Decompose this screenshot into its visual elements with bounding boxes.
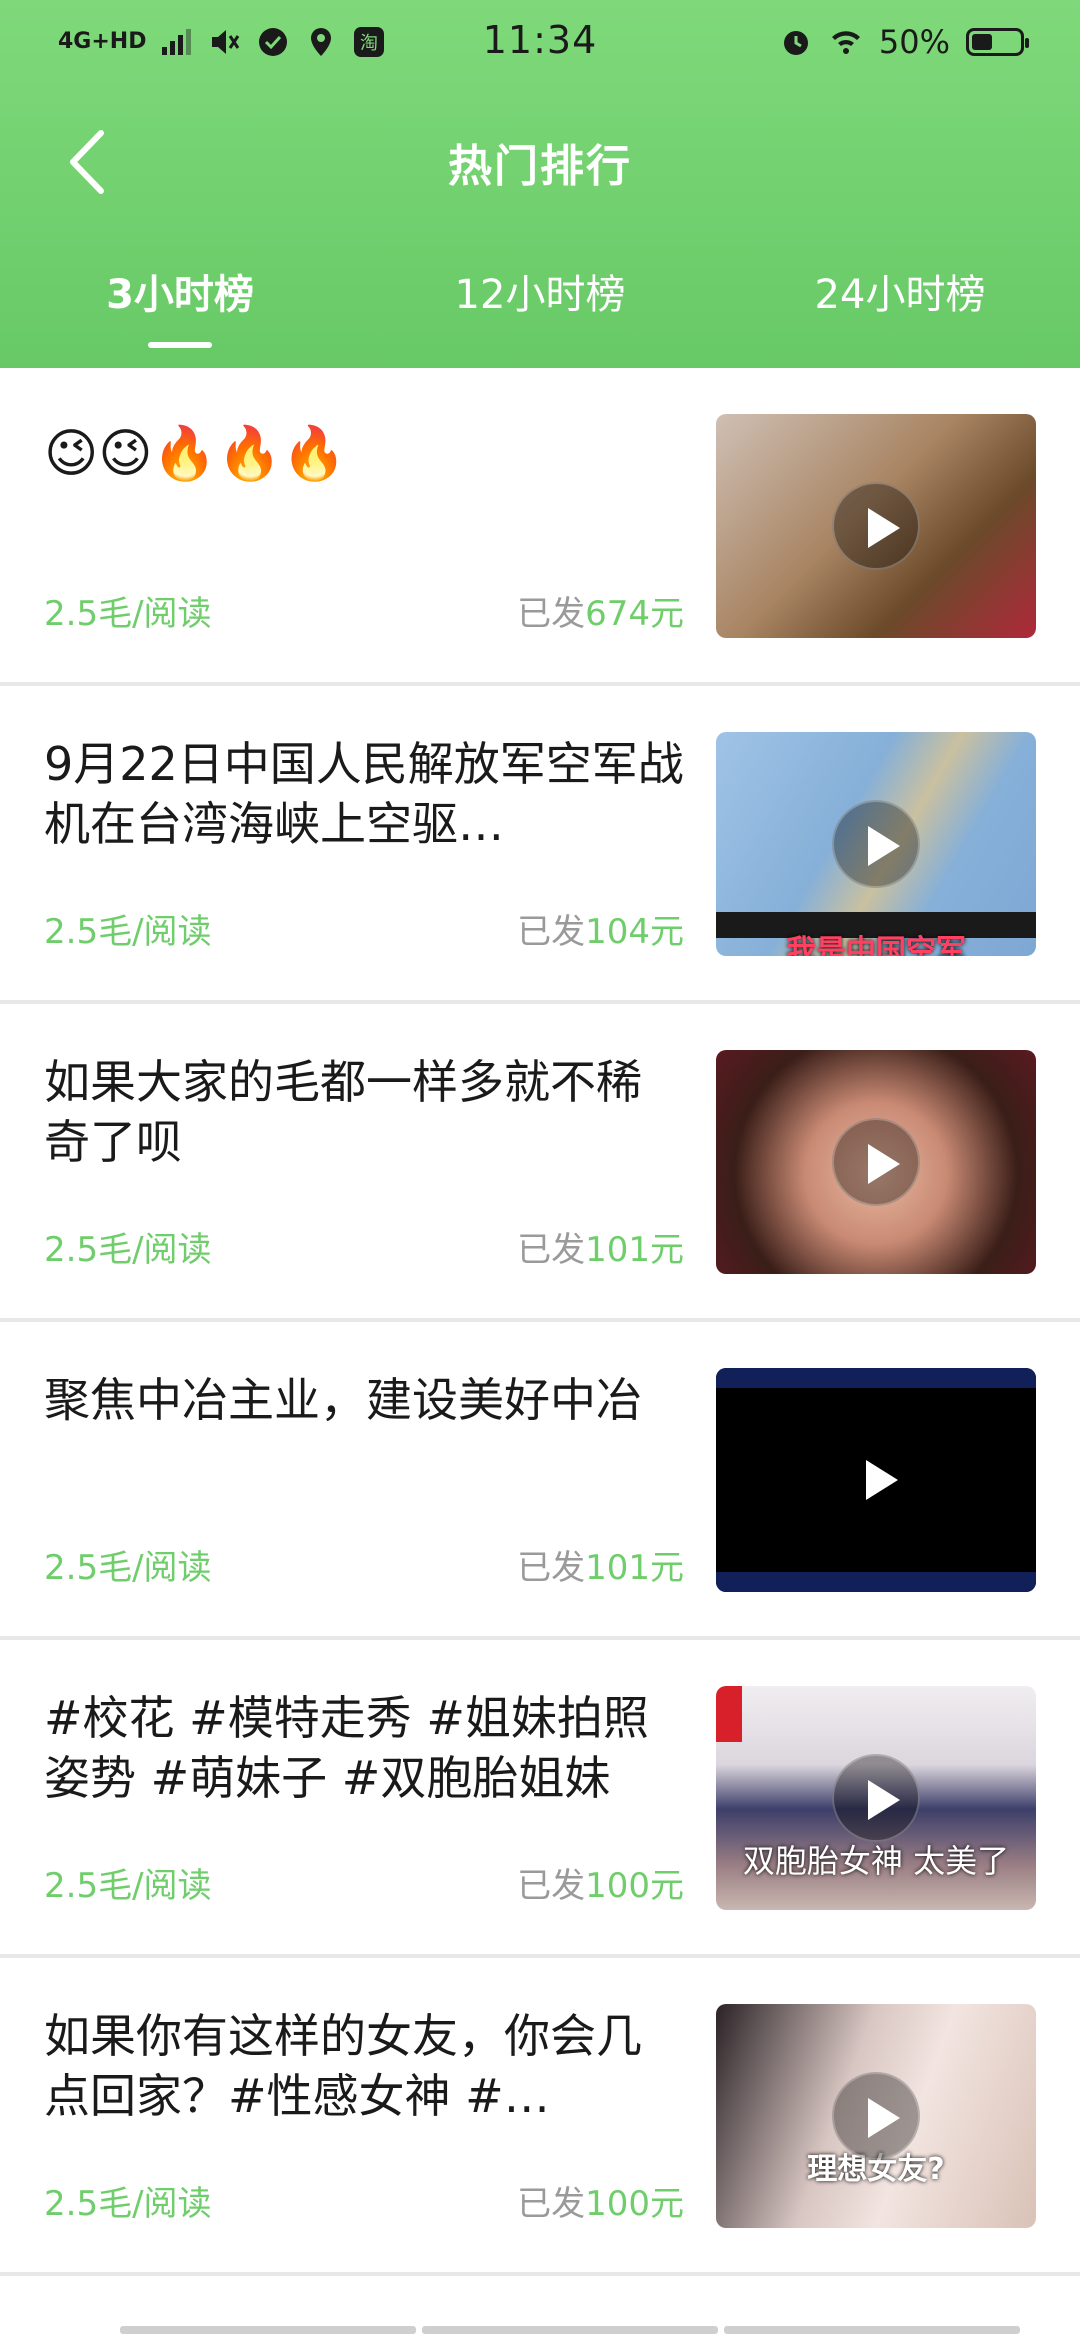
list-item[interactable]: 如果你有这样的女友，你会几点回家？#性感女神 #… 2.5毛/阅读 已发100元… (0, 1958, 1080, 2276)
item-title: #校花 #模特走秀 #姐妹拍照姿势 #萌妹子 #双胞胎姐妹 (44, 1691, 649, 1805)
tab-bar: 3小时榜 12小时榜 24小时榜 (0, 262, 1080, 352)
sent-amount: 101元 (585, 1230, 684, 1270)
sent-label: 已发 (517, 1866, 586, 1906)
page-title: 热门排行 (448, 141, 632, 192)
battery-icon (966, 28, 1029, 56)
item-title: 如果你有这样的女友，你会几点回家？#性感女神 #… (44, 2009, 642, 2123)
item-title: 如果大家的毛都一样多就不稀奇了呗 (44, 1055, 642, 1169)
list-item[interactable]: #校花 #模特走秀 #姐妹拍照姿势 #萌妹子 #双胞胎姐妹 2.5毛/阅读 已发… (0, 1640, 1080, 1958)
header: 4G+HD 淘 11:34 50% 热门排行 3小时榜 12小时榜 24小时榜 (0, 0, 1080, 368)
item-sent: 已发101元 (517, 1222, 684, 1271)
tab-12-hours[interactable]: 12小时榜 (360, 262, 720, 352)
list-item[interactable]: 聚焦中冶主业，建设美好中冶 2.5毛/阅读 已发101元 (0, 1322, 1080, 1640)
battery-percentage: 50% (878, 23, 950, 61)
tab-3-hours[interactable]: 3小时榜 (0, 262, 360, 352)
sent-amount: 101元 (585, 1548, 684, 1588)
item-sent: 已发100元 (517, 1858, 684, 1907)
video-thumbnail[interactable] (716, 1050, 1036, 1274)
item-price: 2.5毛/阅读 (44, 1548, 212, 1588)
sent-label: 已发 (517, 912, 586, 952)
item-sent: 已发101元 (517, 1540, 684, 1589)
item-title: 😉😉🔥🔥🔥 (44, 424, 347, 484)
play-icon (832, 482, 920, 570)
play-icon (832, 1118, 920, 1206)
bottom-scroll-hint (120, 2326, 1020, 2334)
sent-label: 已发 (517, 1548, 586, 1588)
tab-24-hours[interactable]: 24小时榜 (720, 262, 1080, 352)
ranking-list: 😉😉🔥🔥🔥 2.5毛/阅读 已发674元 9月22日中国人民解放军空军战机在台湾… (0, 368, 1080, 2276)
alarm-icon (783, 31, 808, 55)
sent-label: 已发 (517, 1230, 586, 1270)
sent-label: 已发 (517, 2184, 586, 2224)
item-sent: 已发100元 (517, 2176, 684, 2225)
list-item[interactable]: 9月22日中国人民解放军空军战机在台湾海峡上空驱… 2.5毛/阅读 已发104元… (0, 686, 1080, 1004)
video-thumbnail[interactable]: 理想女友? (716, 2004, 1036, 2228)
item-title: 9月22日中国人民解放军空军战机在台湾海峡上空驱… (44, 737, 684, 851)
sent-amount: 100元 (585, 2184, 684, 2224)
item-sent: 已发104元 (517, 904, 684, 953)
video-thumbnail[interactable] (716, 1368, 1036, 1592)
play-icon (832, 2072, 920, 2160)
status-bar: 4G+HD 淘 11:34 50% (0, 0, 1080, 84)
sent-amount: 104元 (585, 912, 684, 952)
thumbnail-caption: 我是中国空军 (786, 934, 966, 956)
list-item[interactable]: 如果大家的毛都一样多就不稀奇了呗 2.5毛/阅读 已发101元 (0, 1004, 1080, 1322)
item-title: 聚焦中冶主业，建设美好中冶 (44, 1373, 642, 1427)
list-item[interactable]: 😉😉🔥🔥🔥 2.5毛/阅读 已发674元 (0, 368, 1080, 686)
play-icon (832, 800, 920, 888)
video-thumbnail[interactable]: 我是中国空军 (716, 732, 1036, 956)
battery-fill (972, 34, 992, 50)
item-price: 2.5毛/阅读 (44, 912, 212, 952)
sent-amount: 674元 (585, 594, 684, 634)
item-sent: 已发674元 (517, 586, 684, 635)
sent-label: 已发 (517, 594, 586, 634)
item-price: 2.5毛/阅读 (44, 594, 212, 634)
video-thumbnail[interactable] (716, 414, 1036, 638)
play-icon (832, 1754, 920, 1842)
item-price: 2.5毛/阅读 (44, 2184, 212, 2224)
play-icon (832, 1436, 920, 1524)
item-price: 2.5毛/阅读 (44, 1866, 212, 1906)
sent-amount: 100元 (585, 1866, 684, 1906)
wifi-icon (831, 31, 860, 54)
item-price: 2.5毛/阅读 (44, 1230, 212, 1270)
active-tab-indicator (148, 342, 212, 348)
thumbnail-caption: 双胞胎女神 太美了 (742, 1842, 1010, 1880)
video-thumbnail[interactable]: 双胞胎女神 太美了 (716, 1686, 1036, 1910)
